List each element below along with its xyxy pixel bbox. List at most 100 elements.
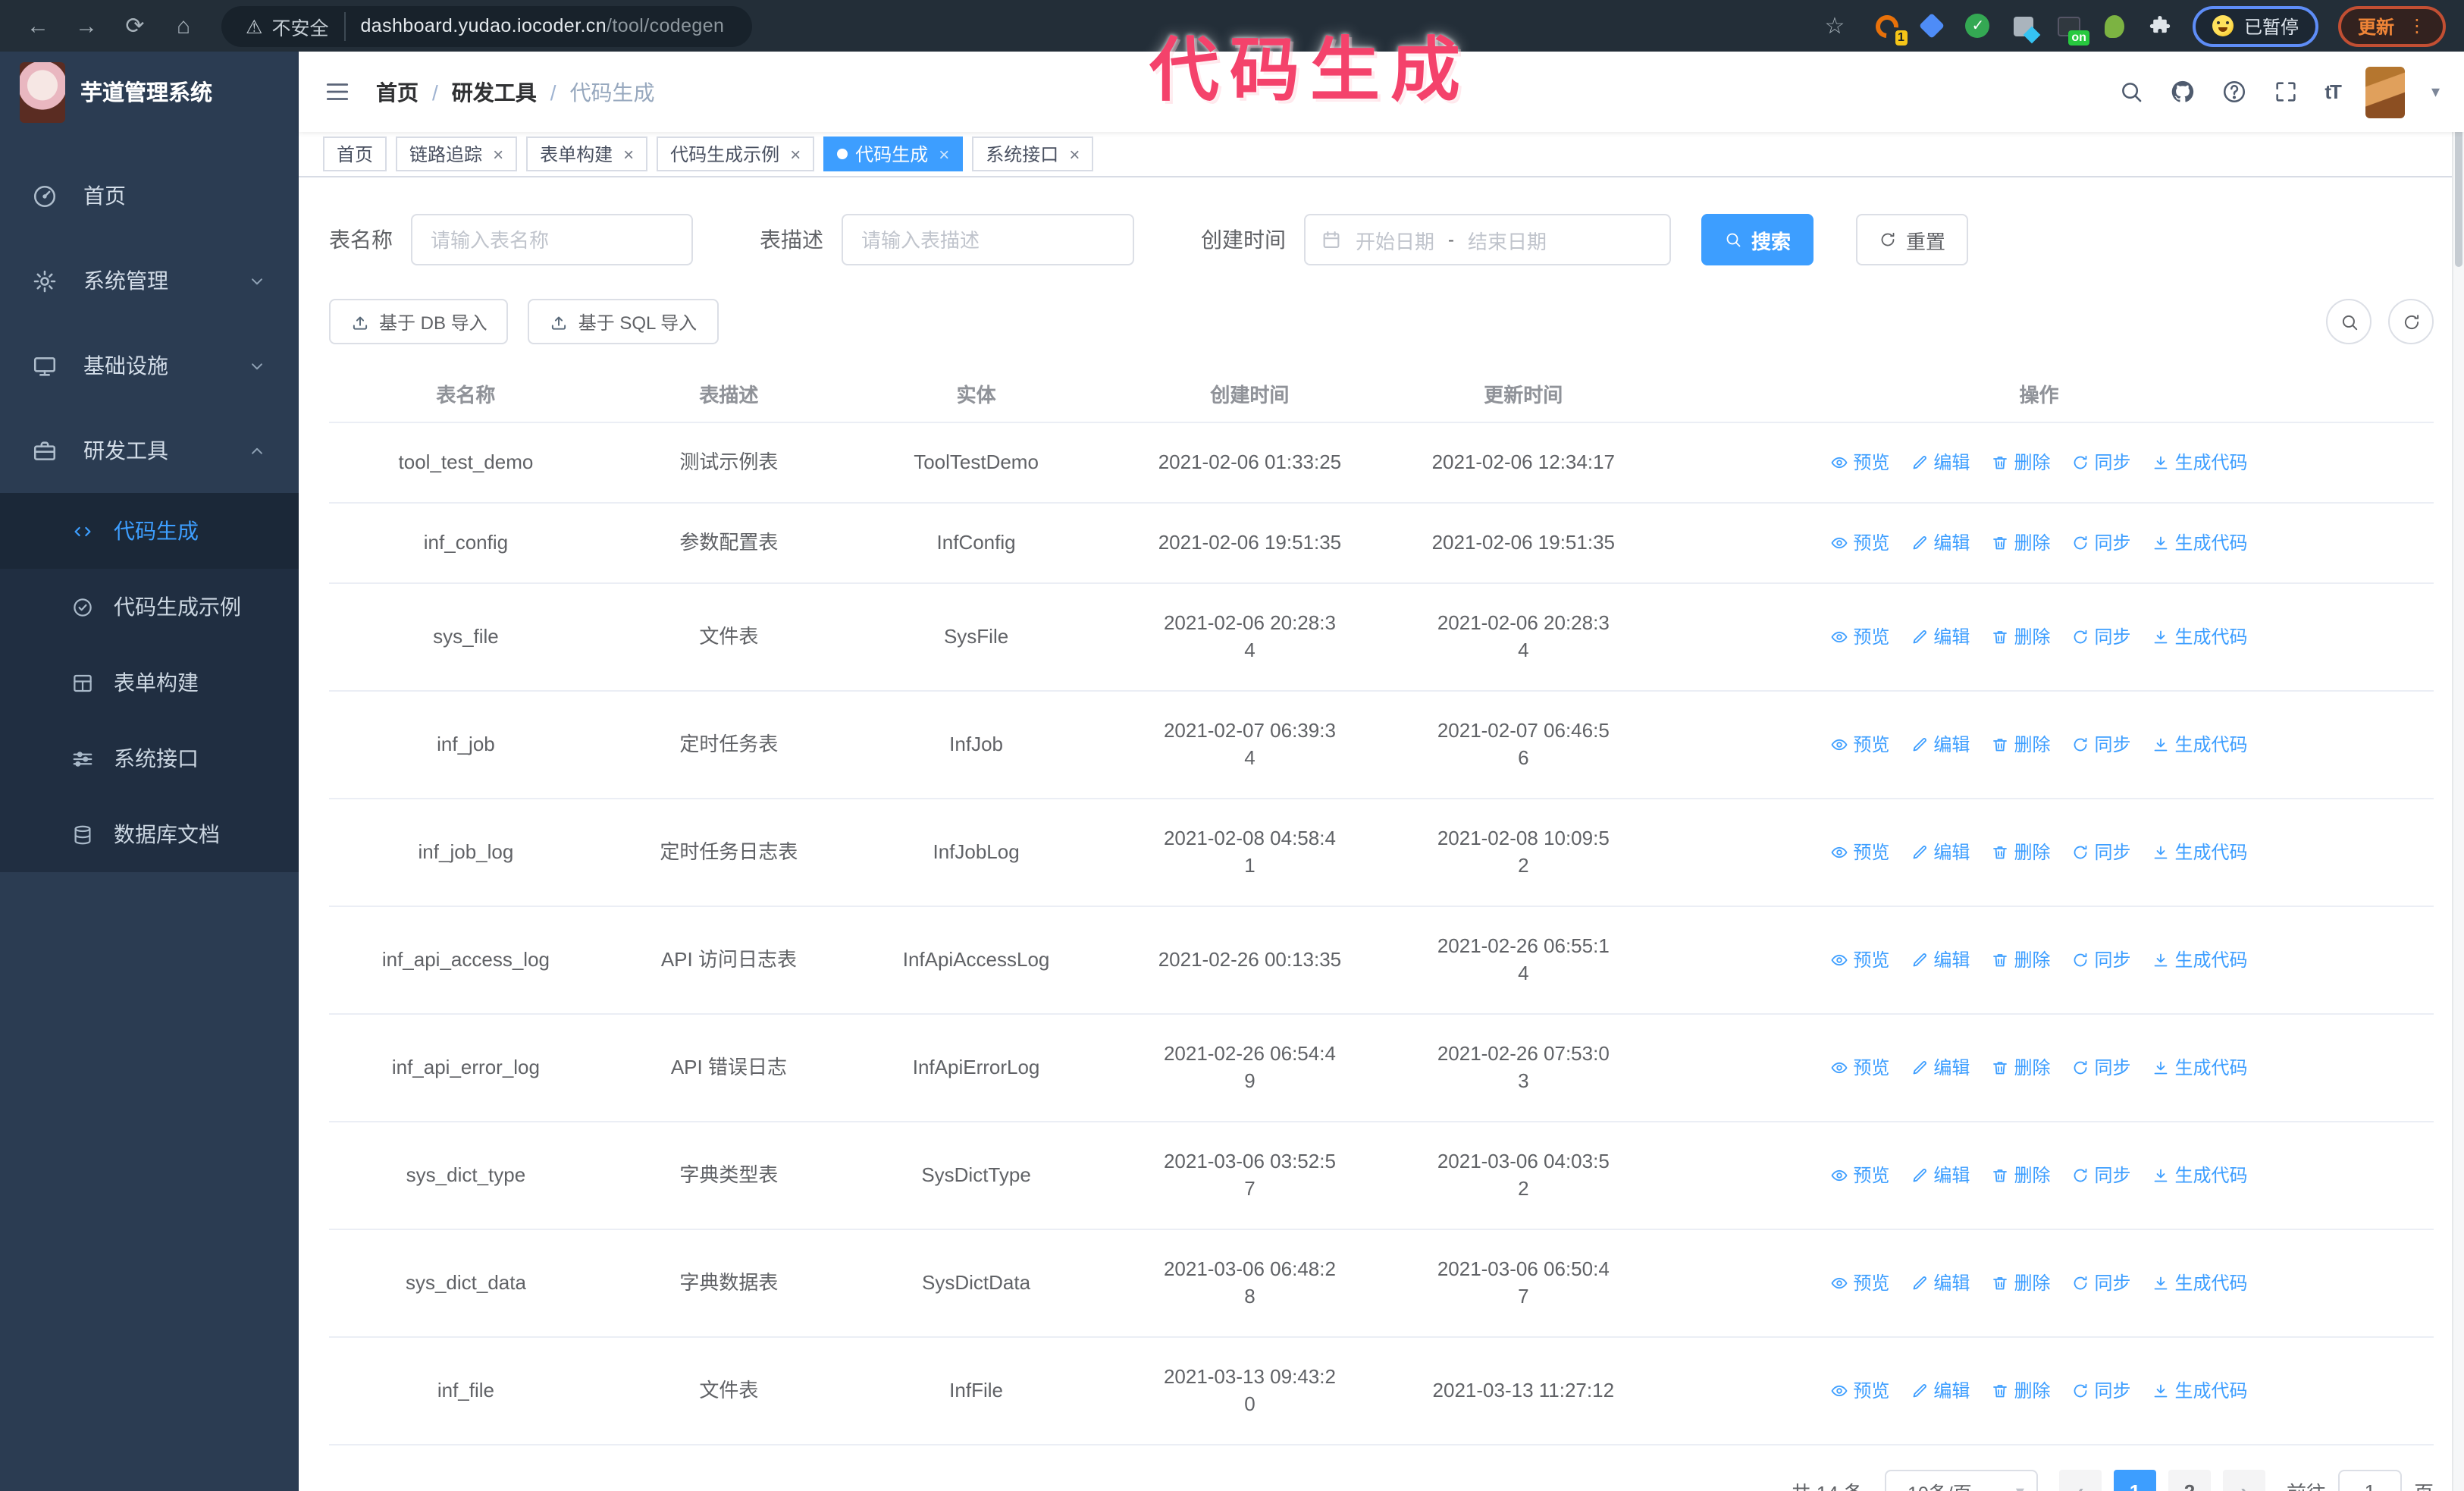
edit-action-button[interactable]: 编辑	[1911, 1377, 1970, 1405]
tab-代码生成示例[interactable]: 代码生成示例 ×	[657, 137, 815, 171]
security-indicator[interactable]: ⚠ 不安全	[246, 11, 346, 40]
address-bar[interactable]: ⚠ 不安全 dashboard.yudao.iocoder.cn/tool/co…	[221, 5, 752, 46]
generate-code-action-button[interactable]: 生成代码	[2152, 731, 2248, 758]
sidebar-item-研发工具[interactable]: 研发工具	[0, 408, 299, 493]
generate-code-action-button[interactable]: 生成代码	[2152, 1377, 2248, 1405]
extension-grid-icon[interactable]	[2011, 13, 2036, 39]
tab-首页[interactable]: 首页	[323, 137, 387, 171]
sync-action-button[interactable]: 同步	[2071, 731, 2131, 758]
sidebar-subitem-表单构建[interactable]: 表单构建	[0, 645, 299, 720]
help-docs-button[interactable]	[2221, 79, 2247, 105]
prev-page-button[interactable]: ‹	[2058, 1470, 2102, 1491]
close-tab-icon[interactable]: ×	[493, 143, 503, 165]
sync-action-button[interactable]: 同步	[2071, 1162, 2131, 1189]
extension-orange-icon[interactable]: 1	[1870, 9, 1908, 45]
sync-action-button[interactable]: 同步	[2071, 1270, 2131, 1297]
browser-back-button[interactable]: ←	[18, 6, 58, 46]
sync-action-button[interactable]: 同步	[2071, 449, 2131, 476]
delete-action-button[interactable]: 删除	[1991, 1054, 2050, 1081]
delete-action-button[interactable]: 删除	[1991, 449, 2050, 476]
edit-action-button[interactable]: 编辑	[1911, 1162, 1970, 1189]
page-size-select[interactable]: 10条/页 ▾	[1884, 1470, 2038, 1491]
delete-action-button[interactable]: 删除	[1991, 1377, 2050, 1405]
generate-code-action-button[interactable]: 生成代码	[2152, 1054, 2248, 1081]
preview-action-button[interactable]: 预览	[1830, 839, 1889, 866]
delete-action-button[interactable]: 删除	[1991, 1270, 2050, 1297]
reset-button[interactable]: 重置	[1856, 214, 1969, 265]
preview-action-button[interactable]: 预览	[1830, 1054, 1889, 1081]
import-sql-button[interactable]: 基于 SQL 导入	[528, 299, 719, 344]
kebab-menu-icon[interactable]: ⋮	[2408, 15, 2426, 36]
close-tab-icon[interactable]: ×	[623, 143, 634, 165]
preview-action-button[interactable]: 预览	[1830, 529, 1889, 557]
sidebar-item-首页[interactable]: 首页	[0, 153, 299, 238]
end-date-placeholder[interactable]: 结束日期	[1468, 225, 1547, 254]
search-button[interactable]: 搜索	[1701, 214, 1814, 265]
next-page-button[interactable]: ›	[2222, 1470, 2265, 1491]
create-time-range-picker[interactable]: 开始日期 - 结束日期	[1304, 214, 1671, 265]
bookmark-star-button[interactable]: ☆	[1815, 6, 1854, 46]
generate-code-action-button[interactable]: 生成代码	[2152, 1270, 2248, 1297]
delete-action-button[interactable]: 删除	[1991, 623, 2050, 651]
preview-action-button[interactable]: 预览	[1830, 1162, 1889, 1189]
sidebar-subitem-数据库文档[interactable]: 数据库文档	[0, 796, 299, 872]
refresh-table-button[interactable]	[2388, 299, 2434, 344]
edit-action-button[interactable]: 编辑	[1911, 946, 1970, 974]
preview-action-button[interactable]: 预览	[1830, 946, 1889, 974]
tab-系统接口[interactable]: 系统接口 ×	[972, 137, 1094, 171]
edit-action-button[interactable]: 编辑	[1911, 1270, 1970, 1297]
sync-action-button[interactable]: 同步	[2071, 946, 2131, 974]
table-name-input[interactable]	[411, 214, 693, 265]
edit-action-button[interactable]: 编辑	[1911, 839, 1970, 866]
tab-表单构建[interactable]: 表单构建 ×	[526, 137, 648, 171]
table-desc-input[interactable]	[842, 214, 1134, 265]
tab-代码生成[interactable]: 代码生成 ×	[823, 137, 964, 171]
sidebar-subitem-代码生成示例[interactable]: 代码生成示例	[0, 569, 299, 645]
user-avatar[interactable]	[2365, 66, 2406, 118]
start-date-placeholder[interactable]: 开始日期	[1356, 225, 1434, 254]
sync-action-button[interactable]: 同步	[2071, 1377, 2131, 1405]
extension-on-icon[interactable]: on	[2056, 13, 2089, 45]
edit-action-button[interactable]: 编辑	[1911, 1054, 1970, 1081]
edit-action-button[interactable]: 编辑	[1911, 529, 1970, 557]
goto-page-input[interactable]	[2337, 1470, 2402, 1491]
tab-链路追踪[interactable]: 链路追踪 ×	[396, 137, 518, 171]
preview-action-button[interactable]: 预览	[1830, 731, 1889, 758]
generate-code-action-button[interactable]: 生成代码	[2152, 946, 2248, 974]
breadcrumb-home[interactable]: 首页	[376, 77, 419, 107]
edit-action-button[interactable]: 编辑	[1911, 449, 1970, 476]
preview-action-button[interactable]: 预览	[1830, 623, 1889, 651]
extension-leaf-icon[interactable]	[2102, 13, 2127, 39]
sidebar-item-系统管理[interactable]: 系统管理	[0, 238, 299, 323]
sidebar-toggle-button[interactable]	[323, 77, 352, 106]
generate-code-action-button[interactable]: 生成代码	[2152, 623, 2248, 651]
fullscreen-button[interactable]	[2273, 79, 2299, 105]
import-db-button[interactable]: 基于 DB 导入	[329, 299, 509, 344]
delete-action-button[interactable]: 删除	[1991, 839, 2050, 866]
sidebar-subitem-代码生成[interactable]: 代码生成	[0, 493, 299, 569]
close-tab-icon[interactable]: ×	[1069, 143, 1080, 165]
browser-forward-button[interactable]: →	[67, 6, 106, 46]
delete-action-button[interactable]: 删除	[1991, 731, 2050, 758]
browser-home-button[interactable]: ⌂	[164, 6, 203, 46]
user-menu-caret-icon[interactable]: ▾	[2431, 82, 2440, 102]
preview-action-button[interactable]: 预览	[1830, 1270, 1889, 1297]
sidebar-item-基础设施[interactable]: 基础设施	[0, 323, 299, 408]
close-tab-icon[interactable]: ×	[790, 143, 801, 165]
close-tab-icon[interactable]: ×	[939, 143, 949, 165]
delete-action-button[interactable]: 删除	[1991, 1162, 2050, 1189]
delete-action-button[interactable]: 删除	[1991, 946, 2050, 974]
breadcrumb-dev-tools[interactable]: 研发工具	[452, 77, 537, 107]
generate-code-action-button[interactable]: 生成代码	[2152, 1162, 2248, 1189]
toggle-search-button[interactable]	[2326, 299, 2372, 344]
preview-action-button[interactable]: 预览	[1830, 449, 1889, 476]
edit-action-button[interactable]: 编辑	[1911, 731, 1970, 758]
extension-gem-icon[interactable]	[1919, 13, 1945, 39]
browser-reload-button[interactable]: ⟳	[115, 6, 155, 46]
sync-action-button[interactable]: 同步	[2071, 839, 2131, 866]
generate-code-action-button[interactable]: 生成代码	[2152, 839, 2248, 866]
generate-code-action-button[interactable]: 生成代码	[2152, 529, 2248, 557]
page-button-1[interactable]: 1	[2113, 1470, 2156, 1491]
browser-update-button[interactable]: 更新 ⋮	[2337, 5, 2446, 46]
header-search-button[interactable]	[2118, 79, 2144, 105]
